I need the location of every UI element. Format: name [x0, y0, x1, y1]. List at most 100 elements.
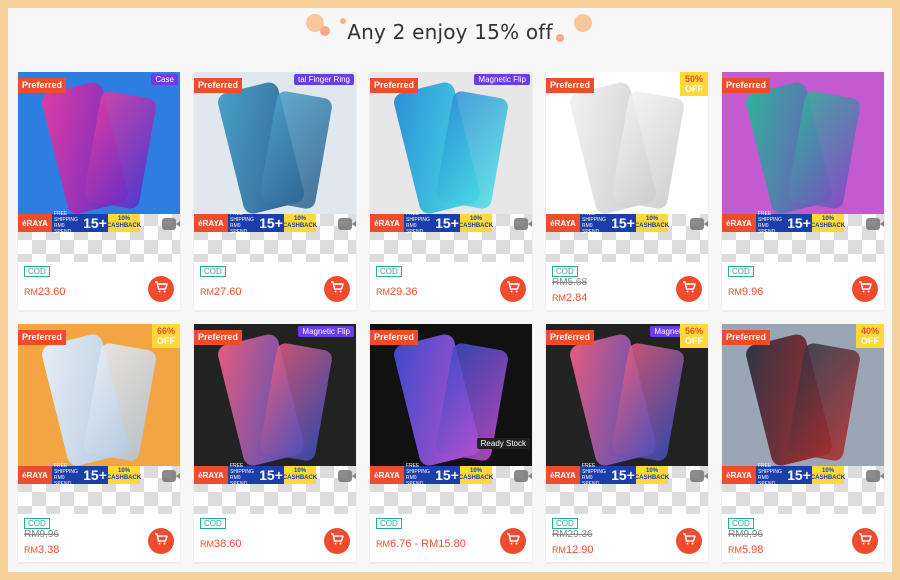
cashback-text: CASHBACK [106, 223, 142, 229]
product-image[interactable]: Preferred tal Finger Ring éRAYA FREE SHIPPI… [194, 72, 356, 262]
add-to-cart-button[interactable] [852, 276, 878, 302]
free-shipping-badge: FREE SHIPPING RM0 SPEND [52, 211, 82, 235]
price-currency: RM [552, 545, 566, 555]
original-price: RM5.68 [552, 277, 588, 288]
free-shipping-badge: FREE SHIPPING RM0 SPEND [404, 463, 434, 487]
add-to-cart-button[interactable] [676, 276, 702, 302]
cashback-percent: 10% [821, 468, 834, 474]
preferred-badge: Preferred [370, 78, 419, 93]
raya-badge: éRAYA [722, 214, 756, 232]
preferred-badge: Preferred [18, 78, 67, 93]
promo-strip: éRAYA FREE SHIPPING RM0 SPEND 15+ 10% CASHBAC… [18, 211, 180, 235]
raya-badge: éRAYA [194, 466, 228, 484]
preferred-badge: Preferred [194, 78, 243, 93]
cod-badge: COD [376, 266, 402, 277]
shipping-min-text: RM0 SPEND [758, 223, 776, 235]
product-image[interactable]: Preferred Ready Stock éRAYA FREE SHIPPING RM… [370, 324, 532, 514]
product-image[interactable]: Preferred 40% OFF éRAYA FREE SHIPPING RM0 SPE… [722, 324, 884, 514]
cashback-badge: 10% CASHBACK [810, 466, 846, 484]
cashback-text: CASHBACK [634, 475, 670, 481]
shipping-min-text: RM0 SPEND [230, 475, 248, 487]
price-value: 5.98 [742, 544, 764, 556]
shipping-min-text: RM0 SPEND [230, 223, 248, 235]
cod-badge: COD [200, 266, 226, 277]
product-card[interactable]: Preferred Ready Stock éRAYA FREE SHIPPING RM… [370, 324, 532, 562]
cashback-percent: 10% [117, 468, 130, 474]
add-to-cart-button[interactable] [852, 528, 878, 554]
product-image[interactable]: Preferred 50% OFF éRAYA FREE SHIPPING RM0 SPE… [546, 72, 708, 262]
add-to-cart-button[interactable] [324, 528, 350, 554]
cashback-badge: 10% CASHBACK [282, 466, 318, 484]
product-card[interactable]: Preferred éRAYA FREE SHIPPING RM0 SPEND 15+ 1… [722, 72, 884, 310]
shipping-amount: 15+ [610, 466, 636, 484]
price-value: 2.84 [566, 292, 588, 304]
raya-badge: éRAYA [18, 214, 52, 232]
free-shipping-text: FREE SHIPPING [406, 211, 430, 223]
shipping-amount: 15+ [82, 214, 108, 232]
product-image[interactable]: Preferred 66% OFF éRAYA FREE SHIPPING RM0 SPE… [18, 324, 180, 514]
price-value: 9.96 [742, 286, 764, 298]
price-currency: RM [24, 287, 38, 297]
product-card[interactable]: Preferred 50% OFF éRAYA FREE SHIPPING RM0 SPE… [546, 72, 708, 310]
raya-badge: éRAYA [546, 214, 580, 232]
product-card[interactable]: Preferred 66% OFF éRAYA FREE SHIPPING RM0 SPE… [18, 324, 180, 562]
product-grid: Preferred Case éRAYA FREE SHIPPING RM0 SPEND… [18, 72, 884, 562]
video-icon [866, 470, 884, 482]
product-card[interactable]: Preferred Magnetic Flip 56% OFF éRAYA FREE SH… [546, 324, 708, 562]
cashback-text: CASHBACK [282, 475, 318, 481]
video-icon [690, 218, 708, 230]
product-card[interactable]: Preferred 40% OFF éRAYA FREE SHIPPING RM0 SPE… [722, 324, 884, 562]
add-to-cart-button[interactable] [148, 528, 174, 554]
raya-badge: éRAYA [18, 466, 52, 484]
free-shipping-badge: FREE SHIPPING RM0 SPEND [228, 463, 258, 487]
cashback-text: CASHBACK [458, 223, 494, 229]
cashback-text: CASHBACK [282, 223, 318, 229]
product-price: RM2.84 [552, 292, 587, 304]
discount-percent: 56% [684, 326, 703, 336]
product-card[interactable]: Preferred Case éRAYA FREE SHIPPING RM0 SPEND… [18, 72, 180, 310]
add-to-cart-button[interactable] [500, 276, 526, 302]
cart-icon [154, 280, 168, 298]
product-card[interactable]: Preferred Magnetic Flip éRAYA FREE SHIPPING… [370, 72, 532, 310]
product-photo [18, 72, 180, 214]
cod-badge: COD [552, 266, 578, 277]
product-image[interactable]: Preferred Magnetic Flip 56% OFF éRAYA FREE SH… [546, 324, 708, 514]
raya-badge: éRAYA [722, 466, 756, 484]
promo-strip: éRAYA FREE SHIPPING RM0 SPEND 15+ 10% CASHBAC… [370, 211, 532, 235]
discount-percent: 66% [156, 326, 175, 336]
product-card[interactable]: Preferred Magnetic Flip éRAYA FREE SHIPPING… [194, 324, 356, 562]
shipping-amount: 15+ [434, 214, 460, 232]
cart-icon [682, 532, 696, 550]
shipping-amount: 15+ [258, 214, 284, 232]
product-image[interactable]: Preferred Magnetic Flip éRAYA FREE SHIPPING… [194, 324, 356, 514]
add-to-cart-button[interactable] [500, 528, 526, 554]
free-shipping-badge: FREE SHIPPING RM0 SPEND [52, 463, 82, 487]
product-price: RM5.98 [728, 544, 763, 556]
product-tag: Ready Stock [476, 438, 530, 449]
cod-badge: COD [376, 518, 402, 529]
raya-badge: éRAYA [370, 466, 404, 484]
add-to-cart-button[interactable] [324, 276, 350, 302]
add-to-cart-button[interactable] [148, 276, 174, 302]
video-icon [866, 218, 884, 230]
promo-strip: éRAYA FREE SHIPPING RM0 SPEND 15+ 10% CASHBAC… [722, 211, 884, 235]
product-photo [722, 72, 884, 214]
promo-strip: éRAYA FREE SHIPPING RM0 SPEND 15+ 10% CASHBAC… [194, 211, 356, 235]
promo-strip: éRAYA FREE SHIPPING RM0 SPEND 15+ 10% CASHBAC… [546, 463, 708, 487]
add-to-cart-button[interactable] [676, 528, 702, 554]
discount-percent: 50% [684, 74, 703, 84]
product-image[interactable]: Preferred éRAYA FREE SHIPPING RM0 SPEND 15+ 1… [722, 72, 884, 262]
promo-header: Any 2 enjoy 15% off [8, 8, 892, 56]
free-shipping-text: FREE SHIPPING [54, 211, 78, 223]
product-tag: tal Finger Ring [293, 74, 354, 85]
promo-strip: éRAYA FREE SHIPPING RM0 SPEND 15+ 10% CASHBAC… [18, 463, 180, 487]
cart-icon [506, 532, 520, 550]
cashback-text: CASHBACK [810, 475, 846, 481]
shipping-min-text: RM0 SPEND [582, 223, 600, 235]
product-image[interactable]: Preferred Case éRAYA FREE SHIPPING RM0 SPEND… [18, 72, 180, 262]
free-shipping-badge: FREE SHIPPING RM0 SPEND [580, 463, 610, 487]
product-image[interactable]: Preferred Magnetic Flip éRAYA FREE SHIPPING… [370, 72, 532, 262]
price-value: 3.38 [38, 544, 60, 556]
price-currency: RM [24, 545, 38, 555]
product-card[interactable]: Preferred tal Finger Ring éRAYA FREE SHIPPI… [194, 72, 356, 310]
